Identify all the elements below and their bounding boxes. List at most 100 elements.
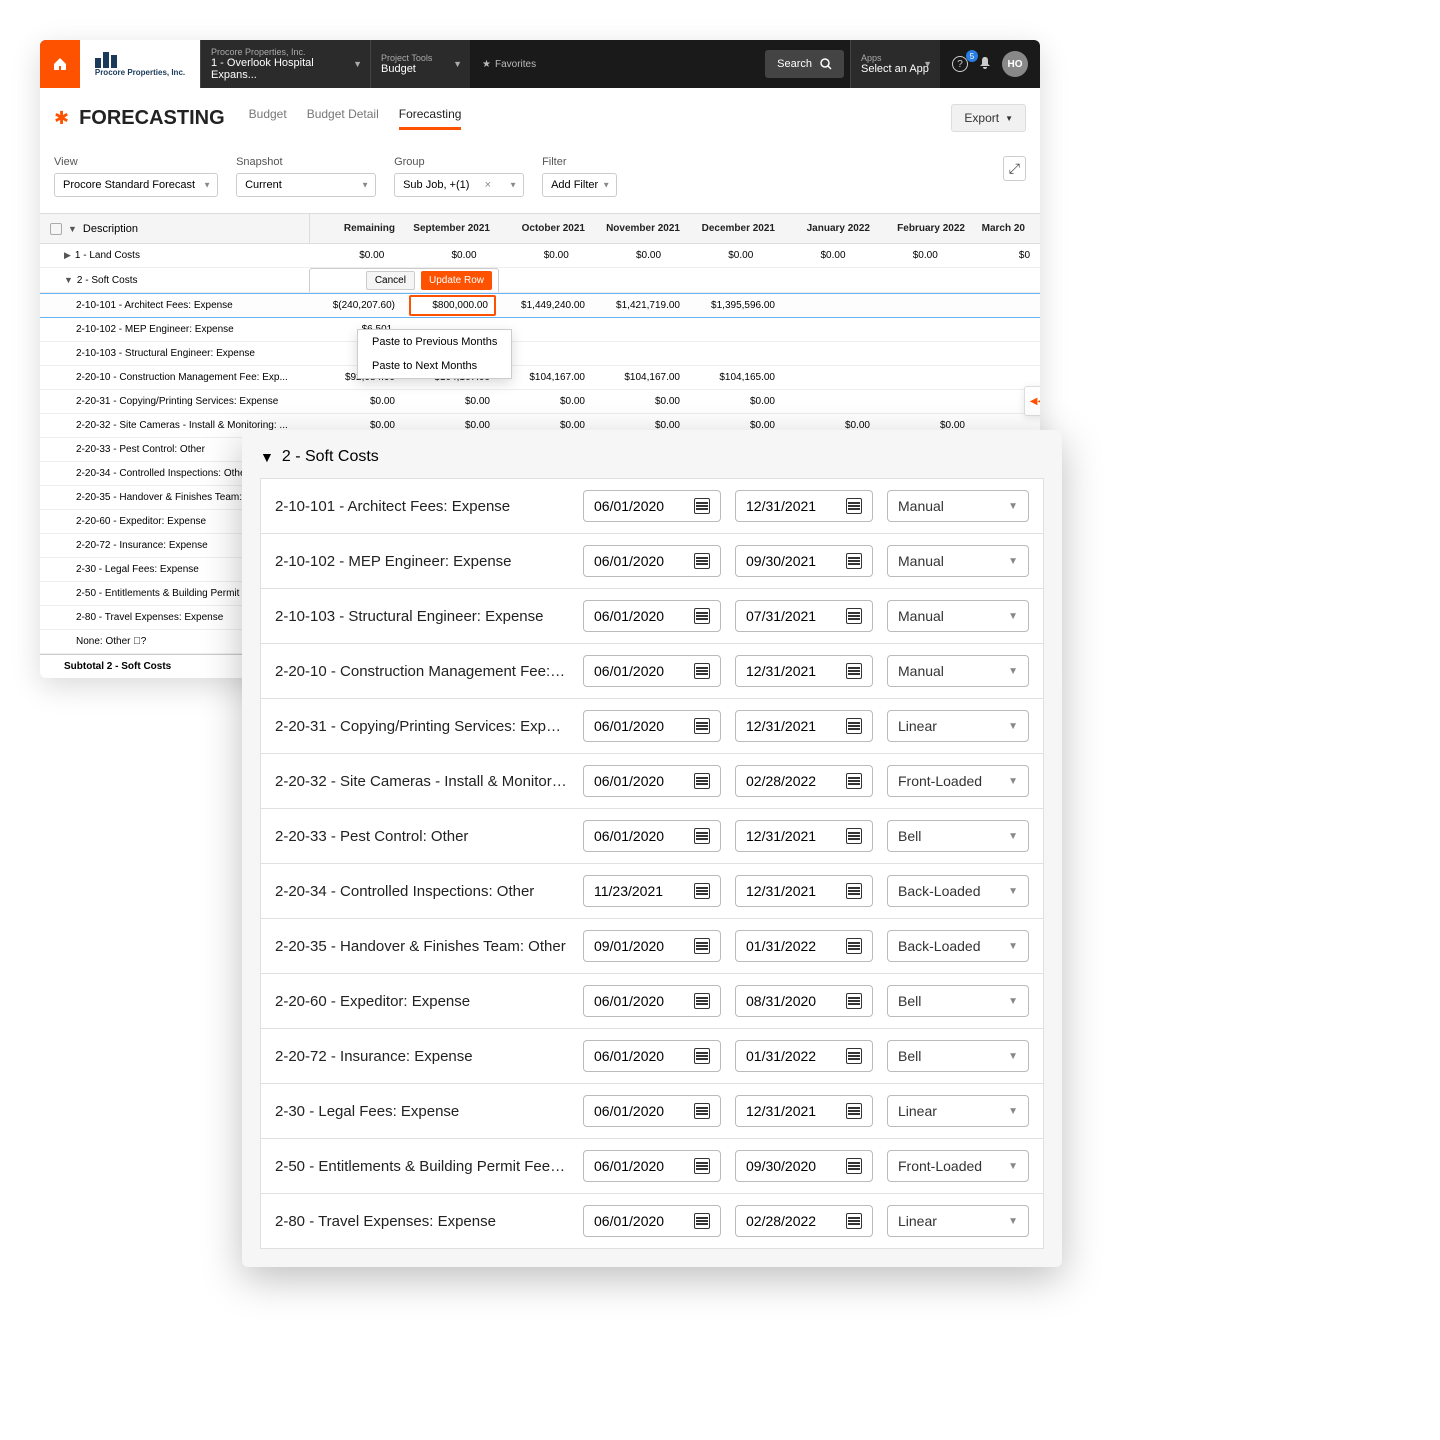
curve-select[interactable]: Linear▼ — [887, 710, 1029, 742]
add-filter[interactable]: Add Filter ▼ — [542, 173, 617, 197]
curve-select[interactable]: Front-Loaded▼ — [887, 765, 1029, 797]
start-date-input[interactable]: 06/01/2020 — [583, 490, 721, 522]
end-date-input[interactable]: 12/31/2021 — [735, 820, 873, 852]
list-item: 2-20-35 - Handover & Finishes Team: Othe… — [260, 919, 1044, 974]
project-selector[interactable]: Procore Properties, Inc. 1 - Overlook Ho… — [200, 40, 370, 88]
chevron-down-icon: ▼ — [1008, 666, 1018, 677]
curve-select[interactable]: Manual▼ — [887, 655, 1029, 687]
tab-budget[interactable]: Budget — [249, 107, 287, 130]
curve-select[interactable]: Back-Loaded▼ — [887, 875, 1029, 907]
chevron-down-icon: ▼ — [1008, 776, 1018, 787]
calendar-icon — [846, 1213, 862, 1229]
table-row[interactable]: 2-10-102 - MEP Engineer: Expense $6,501. — [40, 318, 1040, 342]
start-date-input[interactable]: 06/01/2020 — [583, 1095, 721, 1127]
end-date-input[interactable]: 09/30/2020 — [735, 1150, 873, 1182]
curve-select[interactable]: Linear▼ — [887, 1205, 1029, 1237]
company-logo: Procore Properties, Inc. — [80, 40, 200, 88]
export-button[interactable]: Export ▼ — [951, 104, 1026, 132]
curve-select[interactable]: Linear▼ — [887, 1095, 1029, 1127]
calendar-icon — [846, 718, 862, 734]
start-date-input[interactable]: 06/01/2020 — [583, 765, 721, 797]
clear-icon[interactable]: × — [485, 179, 491, 191]
start-date-input[interactable]: 06/01/2020 — [583, 600, 721, 632]
end-date-input[interactable]: 02/28/2022 — [735, 765, 873, 797]
start-date-input[interactable]: 06/01/2020 — [583, 1150, 721, 1182]
list-item: 2-20-60 - Expeditor: Expense 06/01/2020 … — [260, 974, 1044, 1029]
search-button[interactable]: Search — [765, 50, 844, 78]
table-row[interactable]: 2-10-101 - Architect Fees: Expense $(240… — [40, 293, 1040, 318]
end-date-input[interactable]: 12/31/2021 — [735, 490, 873, 522]
chevron-down-icon: ▼ — [1008, 556, 1018, 567]
table-row[interactable]: 2-20-10 - Construction Management Fee: E… — [40, 366, 1040, 390]
paste-previous-option[interactable]: Paste to Previous Months — [358, 330, 511, 354]
end-date-input[interactable]: 12/31/2021 — [735, 655, 873, 687]
calendar-icon — [694, 1213, 710, 1229]
start-date-input[interactable]: 06/01/2020 — [583, 1040, 721, 1072]
cancel-button[interactable]: Cancel — [366, 271, 415, 290]
curve-select[interactable]: Back-Loaded▼ — [887, 930, 1029, 962]
table-row[interactable]: ▼2 - Soft Costs Cancel Update Row — [40, 268, 1040, 293]
select-all-checkbox[interactable] — [50, 223, 62, 235]
start-date-input[interactable]: 06/01/2020 — [583, 820, 721, 852]
tab-budget-detail[interactable]: Budget Detail — [307, 107, 379, 130]
avatar[interactable]: HO — [1002, 51, 1028, 77]
side-collapse-tab[interactable]: ◀◀ — [1024, 386, 1040, 416]
forecast-cell-input[interactable]: $800,000.00 — [409, 295, 496, 316]
apps-selector[interactable]: Apps Select an App ▼ — [850, 40, 940, 88]
start-date-input[interactable]: 06/01/2020 — [583, 655, 721, 687]
group-select[interactable]: Sub Job, +(1) × ▼ — [394, 173, 524, 197]
start-date-input[interactable]: 06/01/2020 — [583, 985, 721, 1017]
chevron-down-icon: ▼ — [509, 181, 517, 190]
start-date-input[interactable]: 11/23/2021 — [583, 875, 721, 907]
cost-code-label: 2-20-35 - Handover & Finishes Team: Othe… — [275, 938, 569, 955]
cost-code-label: 2-80 - Travel Expenses: Expense — [275, 1213, 569, 1230]
start-date-input[interactable]: 06/01/2020 — [583, 1205, 721, 1237]
gear-icon[interactable]: ✱ — [54, 108, 69, 129]
notifications-icon[interactable] — [978, 56, 992, 73]
end-date-input[interactable]: 12/31/2021 — [735, 875, 873, 907]
end-date-input[interactable]: 09/30/2021 — [735, 545, 873, 577]
start-date-input[interactable]: 06/01/2020 — [583, 710, 721, 742]
curve-select[interactable]: Bell▼ — [887, 820, 1029, 852]
calendar-icon — [846, 608, 862, 624]
calendar-icon — [694, 663, 710, 679]
start-date-input[interactable]: 06/01/2020 — [583, 545, 721, 577]
update-row-button[interactable]: Update Row — [421, 271, 492, 290]
start-date-input[interactable]: 09/01/2020 — [583, 930, 721, 962]
table-row[interactable]: 2-10-103 - Structural Engineer: Expense … — [40, 342, 1040, 366]
fullscreen-icon[interactable]: ⤢ — [1003, 156, 1026, 181]
calendar-icon — [846, 883, 862, 899]
curve-select[interactable]: Bell▼ — [887, 1040, 1029, 1072]
view-select[interactable]: Procore Standard Forecast ▼ — [54, 173, 218, 197]
end-date-input[interactable]: 01/31/2022 — [735, 930, 873, 962]
chevron-down-icon[interactable]: ▼ — [260, 449, 274, 465]
topbar: Procore Properties, Inc. Procore Propert… — [40, 40, 1040, 88]
favorites-link[interactable]: ★ Favorites — [470, 40, 536, 88]
cost-code-label: 2-50 - Entitlements & Building Permit Fe… — [275, 1158, 569, 1175]
end-date-input[interactable]: 07/31/2021 — [735, 600, 873, 632]
soft-costs-panel: ▼ 2 - Soft Costs 2-10-101 - Architect Fe… — [242, 430, 1062, 1267]
end-date-input[interactable]: 01/31/2022 — [735, 1040, 873, 1072]
chevron-down-icon: ▼ — [1008, 831, 1018, 842]
tab-forecasting[interactable]: Forecasting — [399, 107, 462, 130]
end-date-input[interactable]: 02/28/2022 — [735, 1205, 873, 1237]
view-label: View — [54, 156, 218, 168]
curve-select[interactable]: Manual▼ — [887, 490, 1029, 522]
curve-select[interactable]: Bell▼ — [887, 985, 1029, 1017]
curve-select[interactable]: Front-Loaded▼ — [887, 1150, 1029, 1182]
paste-next-option[interactable]: Paste to Next Months — [358, 354, 511, 378]
end-date-input[interactable]: 12/31/2021 — [735, 1095, 873, 1127]
title-row: ✱ FORECASTING Budget Budget Detail Forec… — [40, 88, 1040, 132]
project-tools-selector[interactable]: Project Tools Budget ▼ — [370, 40, 470, 88]
chevron-down-icon: ▼ — [1008, 886, 1018, 897]
home-button[interactable] — [40, 40, 80, 88]
chevron-down-icon[interactable]: ▼ — [68, 224, 77, 234]
calendar-icon — [694, 938, 710, 954]
end-date-input[interactable]: 12/31/2021 — [735, 710, 873, 742]
curve-select[interactable]: Manual▼ — [887, 600, 1029, 632]
end-date-input[interactable]: 08/31/2020 — [735, 985, 873, 1017]
table-row[interactable]: 2-20-31 - Copying/Printing Services: Exp… — [40, 390, 1040, 414]
snapshot-select[interactable]: Current ▼ — [236, 173, 376, 197]
curve-select[interactable]: Manual▼ — [887, 545, 1029, 577]
table-row[interactable]: ▶1 - Land Costs $0.00$0.00$0.00$0.00$0.0… — [40, 244, 1040, 268]
